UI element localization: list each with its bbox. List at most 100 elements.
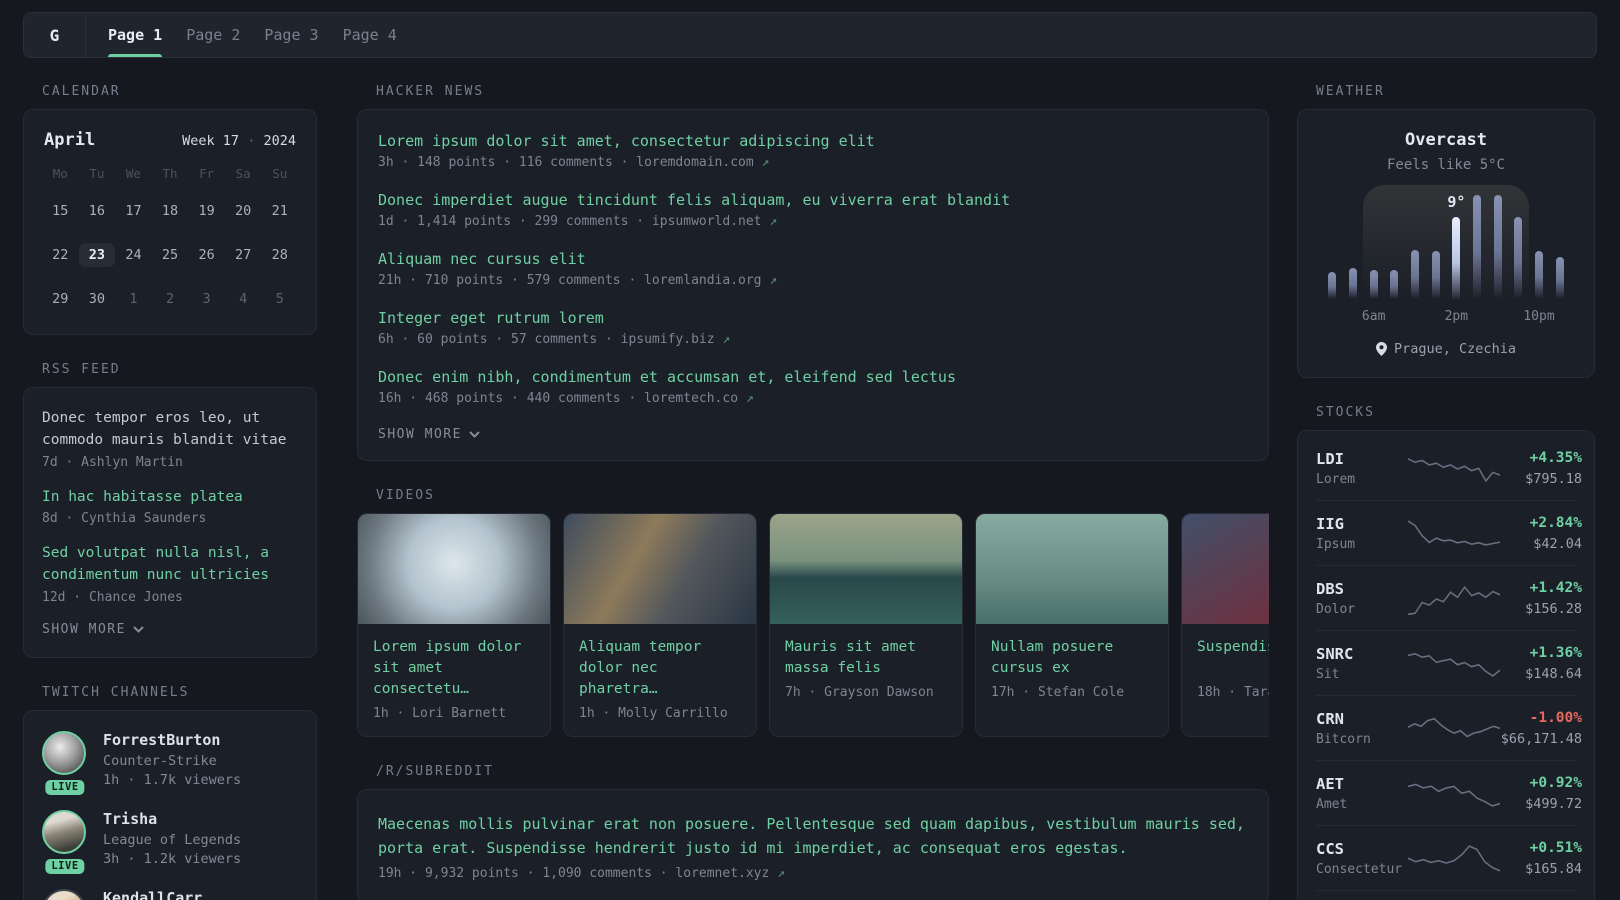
stock-symbol: CRN bbox=[1316, 710, 1344, 728]
stock-sparkline bbox=[1408, 581, 1500, 617]
video-title[interactable]: Aliquam tempor dolor nec pharetra… bbox=[579, 637, 741, 700]
weather-location: Prague, Czechia bbox=[1316, 341, 1576, 357]
calendar-day: 21 bbox=[271, 203, 288, 219]
external-link-icon: ↗ bbox=[769, 273, 778, 288]
nav-tab-page-4[interactable]: Page 4 bbox=[343, 13, 397, 57]
video-meta: 1h · Lori Barnett bbox=[373, 706, 507, 722]
twitch-channel-meta: 1h · 1.7k viewers bbox=[103, 771, 242, 788]
subreddit-widget: /R/SUBREDDIT Maecenas mollis pulvinar er… bbox=[357, 764, 1269, 900]
twitch-avatar-wrap bbox=[42, 888, 88, 900]
stock-name: Bitcorn bbox=[1316, 732, 1371, 747]
calendar-day: 24 bbox=[125, 247, 142, 263]
subreddit-post-meta: 19h · 9,932 points · 1,090 comments · lo… bbox=[378, 866, 785, 882]
hn-item: Integer eget rutrum lorem 6h · 60 points… bbox=[378, 309, 1248, 347]
rss-item-meta: 8d · Cynthia Saunders bbox=[42, 511, 207, 527]
calendar-day: 5 bbox=[275, 291, 284, 307]
rss-widget: RSS FEED Donec tempor eros leo, ut commo… bbox=[23, 362, 317, 658]
nav-tab-page-2[interactable]: Page 2 bbox=[186, 13, 240, 57]
video-meta: 17h · Stefan Cole bbox=[991, 685, 1125, 701]
calendar-day: 2 bbox=[165, 291, 175, 307]
weather-hour-label: 6am bbox=[1361, 309, 1386, 324]
calendar-day: 30 bbox=[88, 291, 105, 307]
video-thumbnail[interactable] bbox=[976, 514, 1168, 624]
stock-sparkline bbox=[1408, 516, 1500, 552]
weather-bar-slot bbox=[1425, 195, 1446, 299]
video-title[interactable]: Mauris sit amet massa felis bbox=[785, 637, 947, 679]
stock-row: AHS +0.46% bbox=[1316, 890, 1576, 900]
twitch-avatar-wrap: LIVE bbox=[42, 809, 88, 874]
top-nav: G Page 1 Page 2 Page 3 Page 4 bbox=[23, 12, 1597, 58]
rss-show-more-button[interactable]: SHOW MORE bbox=[42, 622, 298, 637]
twitch-channel-row[interactable]: KendallCarr bbox=[42, 888, 298, 900]
video-card: Nullam posuere cursus ex 17h · Stefan Co… bbox=[975, 513, 1169, 738]
stock-change: +4.35% bbox=[1529, 450, 1582, 466]
subreddit-post-title[interactable]: Maecenas mollis pulvinar erat non posuer… bbox=[378, 812, 1248, 860]
video-card: Suspendisse diam 18h · Tara bbox=[1181, 513, 1269, 738]
twitch-channel-name[interactable]: KendallCarr bbox=[103, 889, 202, 900]
dashboard: CALENDAR April Week 17 · 2024 Mo Tu We Th Fr… bbox=[0, 58, 1620, 900]
video-title[interactable]: Suspendisse diam bbox=[1197, 637, 1269, 679]
calendar-day: 19 bbox=[198, 203, 215, 219]
stock-row: AET Amet +0.92% $499.72 bbox=[1316, 760, 1582, 825]
twitch-channel-name[interactable]: ForrestBurton bbox=[103, 731, 241, 749]
nav-tab-page-1[interactable]: Page 1 bbox=[108, 13, 163, 57]
rss-widget-title: RSS FEED bbox=[42, 362, 121, 377]
hn-item-meta: 21h · 710 points · 579 comments · loreml… bbox=[378, 273, 778, 288]
video-thumbnail[interactable] bbox=[564, 514, 756, 624]
stock-row: CCS Consectetur +0.51% $165.84 bbox=[1316, 825, 1582, 890]
rss-item-title[interactable]: Donec tempor eros leo, ut commodo mauris… bbox=[42, 408, 298, 452]
calendar-day: 1 bbox=[129, 291, 138, 307]
weather-current-temp: 9° bbox=[1447, 192, 1466, 211]
weather-widget-title: WEATHER bbox=[1316, 84, 1385, 99]
weather-temp-bar bbox=[1473, 195, 1482, 299]
rss-item-meta: 12d · Chance Jones bbox=[42, 589, 183, 605]
hn-item-title[interactable]: Lorem ipsum dolor sit amet, consectetur … bbox=[378, 132, 1248, 150]
twitch-channel-row[interactable]: LIVE Trisha League of Legends 3h · 1.2k … bbox=[42, 809, 298, 874]
twitch-channel-row[interactable]: LIVE ForrestBurton Counter-Strike 1h · 1… bbox=[42, 730, 298, 795]
weather-bar-slot bbox=[1384, 195, 1405, 299]
stock-row: SNRC Sit +1.36% $148.64 bbox=[1316, 630, 1582, 695]
external-link-icon: ↗ bbox=[761, 155, 770, 170]
weather-temp-bar bbox=[1514, 216, 1523, 299]
weather-bar-slot bbox=[1508, 195, 1529, 299]
weather-temp-bar bbox=[1452, 216, 1461, 299]
twitch-channel-category: League of Legends bbox=[103, 831, 242, 848]
calendar-month: April bbox=[44, 130, 96, 150]
calendar-day: 17 bbox=[125, 203, 142, 219]
video-title[interactable]: Nullam posuere cursus ex bbox=[991, 637, 1153, 679]
weather-hourly-chart: 9° bbox=[1322, 185, 1570, 299]
weather-temp-bar bbox=[1328, 271, 1337, 299]
video-thumbnail[interactable] bbox=[770, 514, 962, 624]
hn-item-title[interactable]: Integer eget rutrum lorem bbox=[378, 309, 1248, 327]
video-meta: 18h · Tara bbox=[1197, 685, 1269, 700]
nav-tab-page-3[interactable]: Page 3 bbox=[264, 13, 318, 57]
weather-bar-slot: 9° bbox=[1446, 192, 1467, 299]
stock-change: +1.36% bbox=[1529, 645, 1582, 661]
weather-bar-slot bbox=[1549, 195, 1570, 299]
weather-temp-bar bbox=[1493, 195, 1502, 299]
video-title[interactable]: Lorem ipsum dolor sit amet consectetu… bbox=[373, 637, 535, 700]
hn-show-more-button[interactable]: SHOW MORE bbox=[378, 427, 1248, 442]
stock-symbol: IIG bbox=[1316, 515, 1344, 533]
stock-price: $148.64 bbox=[1525, 666, 1582, 682]
stocks-widget: STOCKS LDI Lorem +4.35% $795.18 IIG Ipsu… bbox=[1297, 405, 1595, 900]
chevron-down-icon bbox=[133, 626, 144, 633]
hn-item-title[interactable]: Donec enim nibh, condimentum et accumsan… bbox=[378, 368, 1248, 386]
video-thumbnail[interactable] bbox=[1182, 514, 1269, 624]
hn-item-meta: 1d · 1,414 points · 299 comments · ipsum… bbox=[378, 214, 778, 229]
twitch-channel-name[interactable]: Trisha bbox=[103, 810, 241, 828]
calendar-days-grid: 15 16 17 18 19 20 21 22 23 24 25 26 27 28 29 30 1 2 3 4 5 bbox=[42, 196, 298, 314]
app-logo[interactable]: G bbox=[24, 13, 86, 57]
rss-item-title[interactable]: Sed volutpat nulla nisl, a condimentum n… bbox=[42, 543, 298, 587]
hn-item-title[interactable]: Aliquam nec cursus elit bbox=[378, 250, 1248, 268]
weather-bar-slot bbox=[1487, 195, 1508, 299]
video-card: Mauris sit amet massa felis 7h · Grayson… bbox=[769, 513, 963, 738]
video-thumbnail[interactable] bbox=[358, 514, 550, 624]
hn-item-title[interactable]: Donec imperdiet augue tincidunt felis al… bbox=[378, 191, 1248, 209]
weather-hour-label: 10pm bbox=[1523, 309, 1555, 324]
stock-price: $66,171.48 bbox=[1500, 731, 1582, 747]
stock-symbol: CCS bbox=[1316, 840, 1344, 858]
live-badge: LIVE bbox=[45, 858, 85, 874]
dot-separator: · bbox=[247, 133, 256, 149]
rss-item-title[interactable]: In hac habitasse platea bbox=[42, 487, 298, 509]
